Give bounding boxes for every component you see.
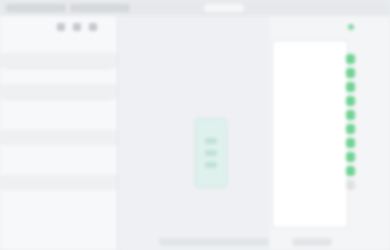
tab-2[interactable] [70, 4, 130, 12]
sidebar-row[interactable] [0, 130, 117, 145]
sidebar-toolbar [0, 16, 117, 38]
card-element [205, 138, 217, 144]
card-element [205, 162, 217, 168]
sidebar-tool-icon[interactable] [57, 23, 65, 31]
sidebar [0, 16, 118, 250]
sidebar-tool-icon[interactable] [89, 23, 97, 31]
list-item[interactable] [273, 150, 347, 166]
sidebar-row[interactable] [0, 190, 117, 205]
list-item[interactable] [273, 88, 347, 104]
tab-active[interactable] [204, 4, 244, 12]
list-item[interactable] [273, 119, 347, 135]
list-item[interactable] [273, 72, 347, 88]
toggle-switch[interactable] [346, 54, 355, 64]
toggle-switch[interactable] [346, 96, 355, 106]
card-element [205, 150, 217, 156]
sidebar-row[interactable] [0, 100, 117, 115]
sidebar-row[interactable] [0, 38, 117, 53]
main-canvas [119, 16, 270, 250]
green-status-icon [348, 24, 354, 30]
sidebar-row[interactable] [0, 205, 117, 220]
panel-list [272, 40, 348, 228]
list-item[interactable] [273, 103, 347, 119]
list-item[interactable] [273, 196, 347, 212]
list-item[interactable] [273, 41, 347, 57]
panel-footer-bar[interactable] [292, 238, 332, 246]
sidebar-row[interactable] [0, 115, 117, 130]
sidebar-row[interactable] [0, 53, 117, 68]
toggle-switch[interactable] [346, 68, 355, 78]
toggle-switch[interactable] [346, 180, 355, 190]
toggle-switch[interactable] [346, 110, 355, 120]
toggle-switch[interactable] [346, 124, 355, 134]
panel-header [270, 16, 390, 38]
tab-1[interactable] [6, 4, 66, 12]
list-item[interactable] [273, 57, 347, 73]
toggle-switch[interactable] [346, 138, 355, 148]
toggle-switch[interactable] [346, 152, 355, 162]
list-item[interactable] [273, 134, 347, 150]
sidebar-row[interactable] [0, 84, 117, 99]
toggle-column [346, 54, 356, 222]
list-item[interactable] [273, 181, 347, 197]
sidebar-tool-icon[interactable] [73, 23, 81, 31]
canvas-footer-bar[interactable] [159, 238, 269, 246]
right-panel [270, 16, 390, 250]
sidebar-row[interactable] [0, 175, 117, 190]
toggle-switch[interactable] [346, 166, 355, 176]
top-bar [0, 0, 390, 16]
toggle-switch[interactable] [346, 82, 355, 92]
preview-card[interactable] [195, 118, 227, 188]
sidebar-row[interactable] [0, 145, 117, 160]
list-item[interactable] [273, 165, 347, 181]
sidebar-row[interactable] [0, 69, 117, 84]
sidebar-row[interactable] [0, 160, 117, 175]
